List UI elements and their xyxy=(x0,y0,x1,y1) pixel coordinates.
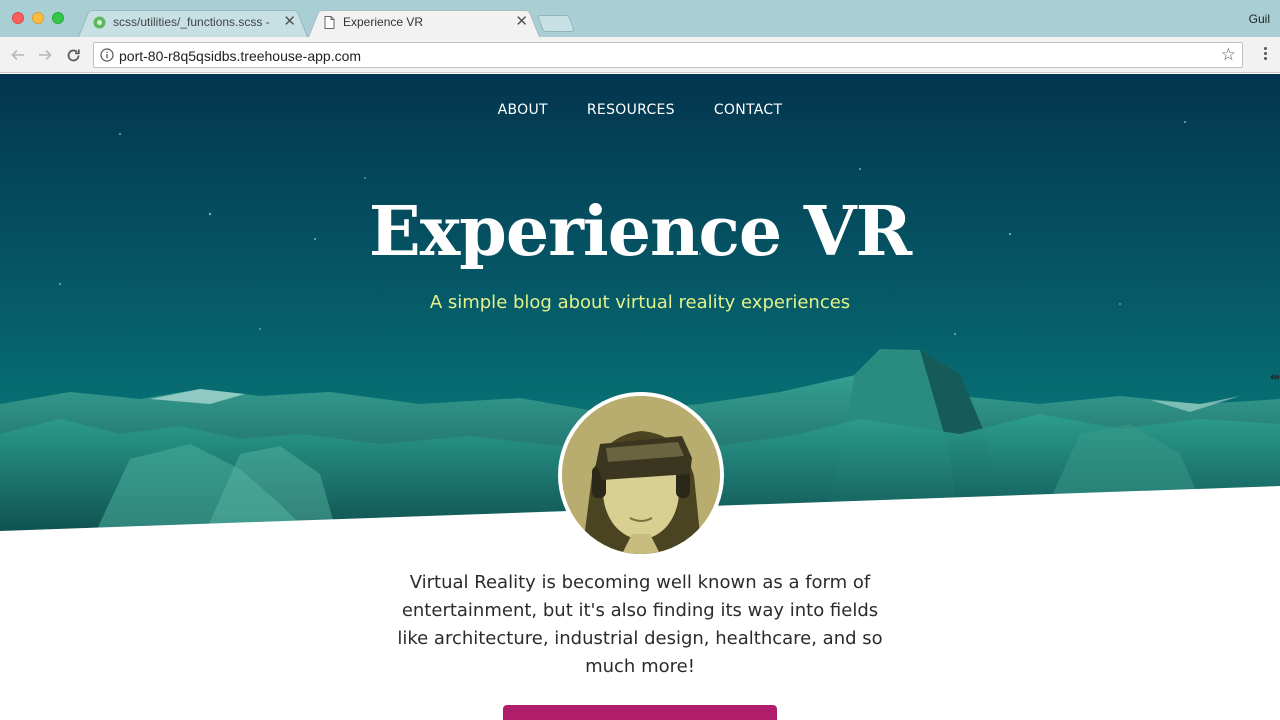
nav-contact[interactable]: CONTACT xyxy=(714,102,783,118)
main-nav: ABOUT RESOURCES CONTACT xyxy=(0,102,1280,118)
nav-about[interactable]: ABOUT xyxy=(498,102,548,118)
kebab-menu-icon[interactable] xyxy=(1264,47,1268,63)
tab-title: scss/utilities/_functions.scss - xyxy=(113,15,270,29)
page-viewport: ABOUT RESOURCES CONTACT Experience VR A … xyxy=(0,74,1280,720)
tab-functions-scss[interactable]: scss/utilities/_functions.scss - ✕ xyxy=(78,7,308,37)
close-window-button[interactable] xyxy=(12,12,24,24)
resize-cursor-icon: ⇹ xyxy=(1269,370,1280,384)
hero-subtitle: A simple blog about virtual reality expe… xyxy=(429,292,851,313)
intro-paragraph: Virtual Reality is becoming well known a… xyxy=(397,572,883,677)
vr-headset-avatar xyxy=(558,392,724,558)
close-icon[interactable]: ✕ xyxy=(283,14,296,29)
star-icon[interactable]: ☆ xyxy=(1221,46,1236,64)
profile-name[interactable]: Guil xyxy=(1249,12,1270,26)
url-text[interactable]: port-80-r8q5qsidbs.treehouse-app.com xyxy=(119,48,361,64)
arrow-left-icon[interactable] xyxy=(8,45,28,65)
reload-icon[interactable] xyxy=(63,45,83,65)
new-tab-button[interactable] xyxy=(536,15,576,32)
hero-title: Experience VR xyxy=(368,192,912,272)
arrow-right-icon[interactable] xyxy=(35,45,55,65)
maximize-window-button[interactable] xyxy=(52,12,64,24)
page-icon xyxy=(322,15,336,29)
minimize-window-button[interactable] xyxy=(32,12,44,24)
browser-tab-bar: scss/utilities/_functions.scss - ✕ Exper… xyxy=(0,0,1280,37)
browser-toolbar: port-80-r8q5qsidbs.treehouse-app.com ☆ xyxy=(0,37,1280,73)
address-bar[interactable]: port-80-r8q5qsidbs.treehouse-app.com ☆ xyxy=(93,42,1243,68)
cta-button[interactable] xyxy=(503,705,777,720)
nav-resources[interactable]: RESOURCES xyxy=(587,102,675,118)
info-icon[interactable] xyxy=(100,48,114,62)
tab-title: Experience VR xyxy=(343,15,424,29)
close-icon[interactable]: ✕ xyxy=(515,14,528,29)
tab-experience-vr[interactable]: Experience VR ✕ xyxy=(308,7,540,37)
workspace-favicon-icon xyxy=(92,15,106,29)
